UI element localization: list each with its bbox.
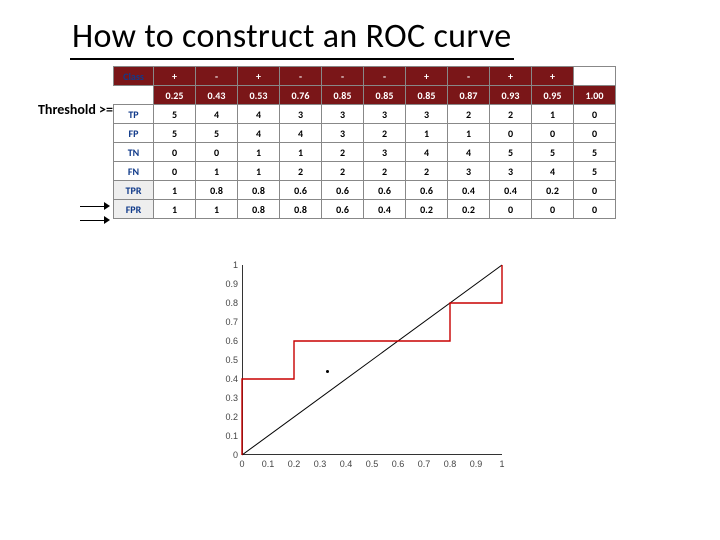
row-threshold: 0.25 0.43 0.53 0.76 0.85 0.85 0.85 0.87 … <box>114 86 616 105</box>
roc-chart: 1 0.9 0.8 0.7 0.6 0.5 0.4 0.3 0.2 0.1 0 … <box>200 265 530 515</box>
diagonal-line <box>242 265 502 455</box>
row-class-label: Class <box>114 67 154 86</box>
arrow-fpr <box>80 216 110 226</box>
threshold-label: Threshold >= <box>38 101 113 118</box>
row-tn: TN 00112344555 <box>114 143 616 162</box>
roc-svg <box>242 265 502 455</box>
tpr-fpr-arrows <box>80 202 110 226</box>
stray-point <box>326 370 329 373</box>
arrow-tpr <box>80 202 110 212</box>
row-tp: TP 54433332210 <box>114 105 616 124</box>
row-tpr: TPR 10.80.80.60.60.60.60.40.40.20 <box>114 181 616 200</box>
row-fp: FP 55443211000 <box>114 124 616 143</box>
page-title: How to construct an ROC curve <box>70 16 514 60</box>
row-class: Class + - + - - - + - + + <box>114 67 616 86</box>
row-fn: FN 01122223345 <box>114 162 616 181</box>
row-fpr: FPR 110.80.80.60.40.20.2000 <box>114 200 616 219</box>
roc-table: Class + - + - - - + - + + 0.25 0.43 0.53… <box>113 66 616 219</box>
